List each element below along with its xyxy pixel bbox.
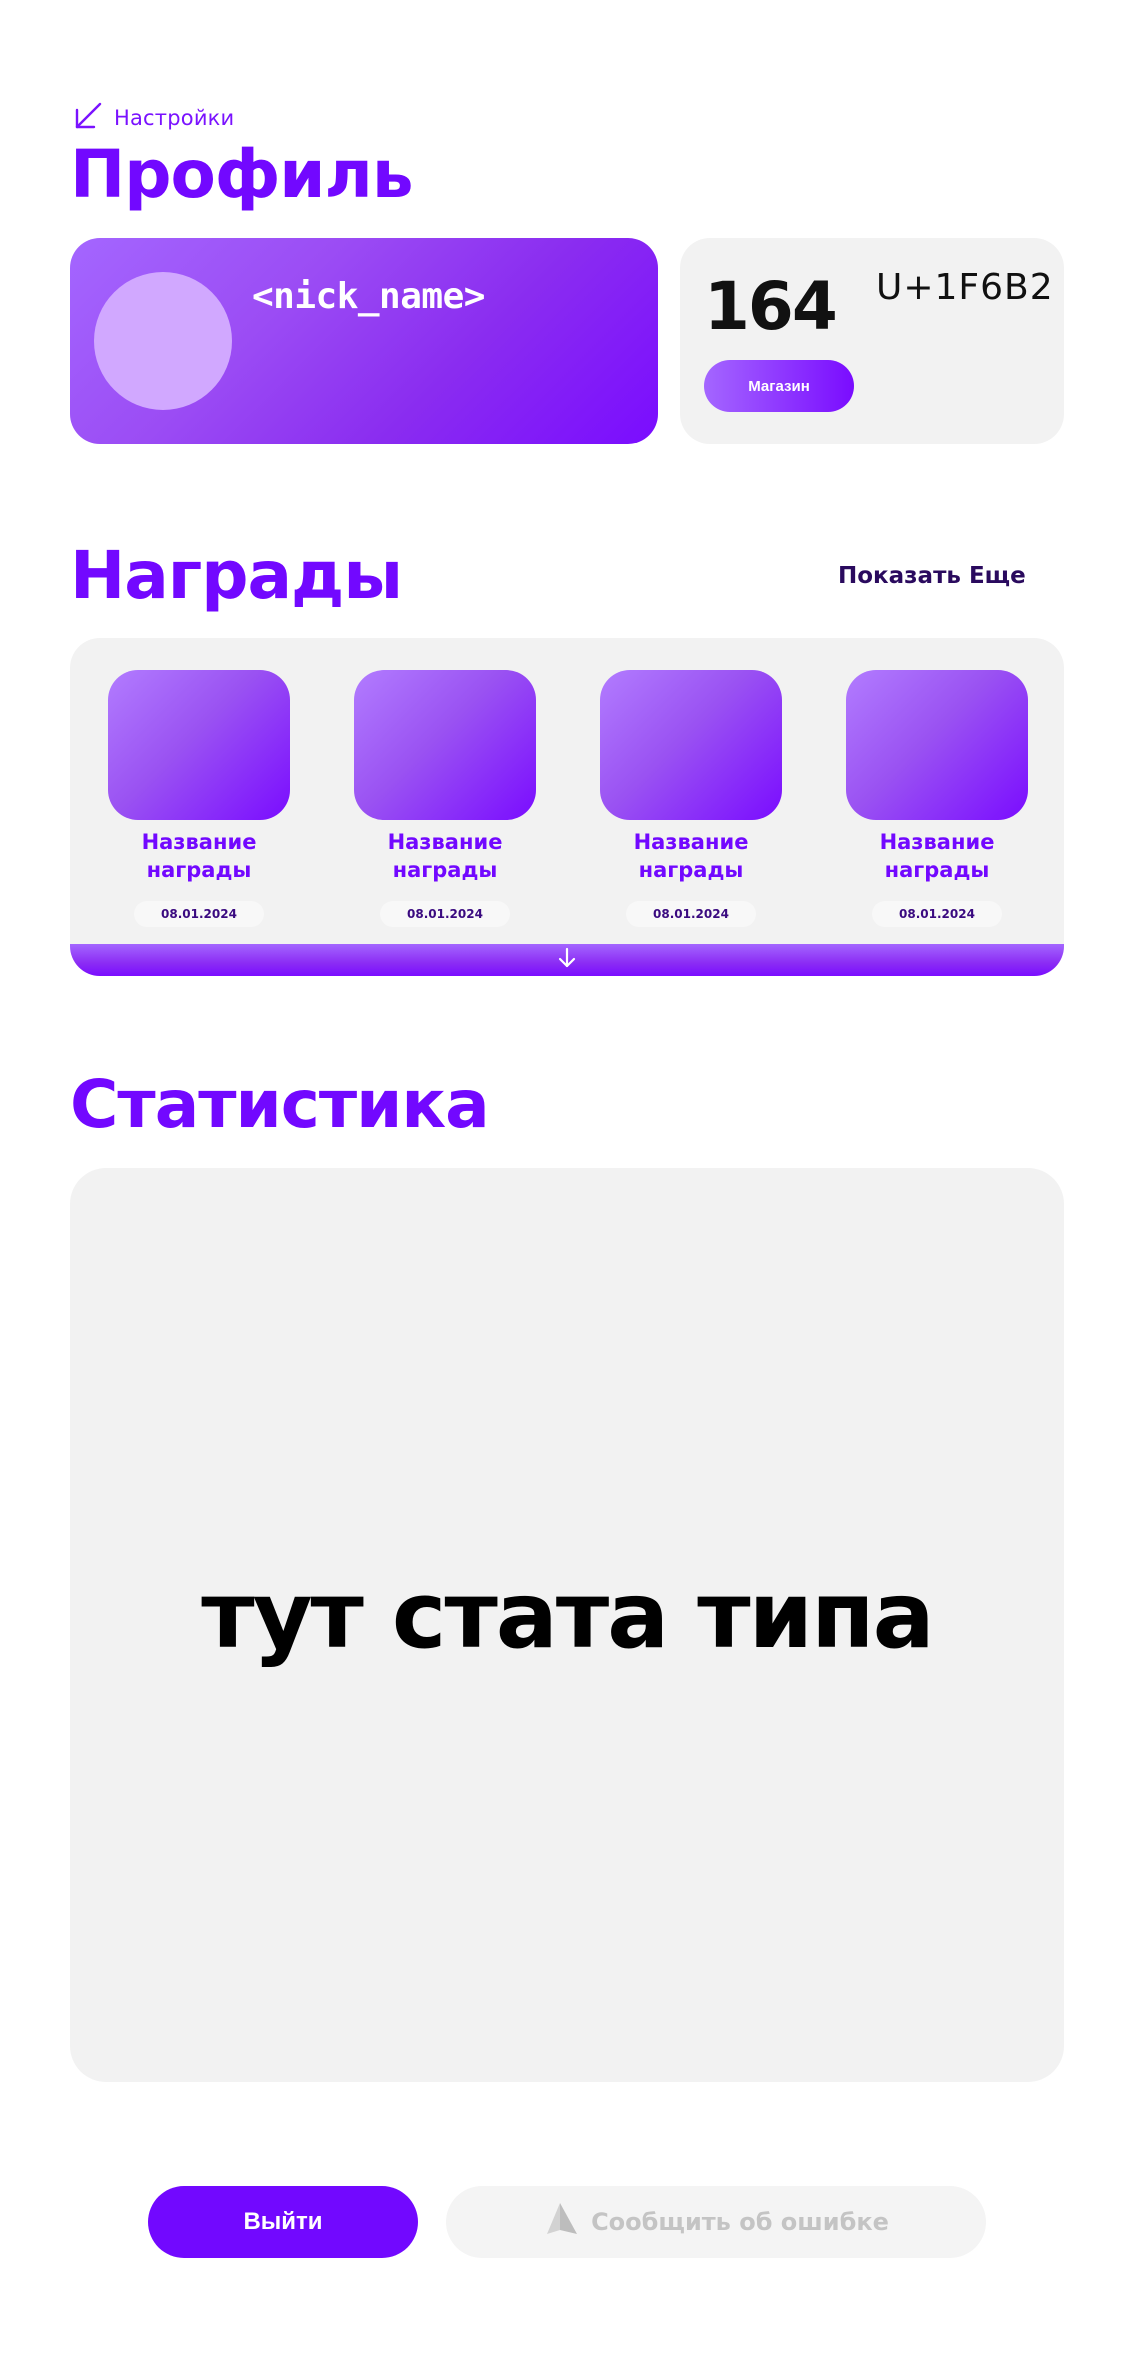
profile-card: <nick_name> (70, 238, 658, 444)
stats-panel: тут стата типа (70, 1168, 1064, 2082)
award-date: 08.01.2024 (872, 900, 1002, 927)
award-name: Название награды (879, 830, 995, 883)
awards-title: Награды (70, 537, 403, 614)
avatar[interactable] (94, 272, 232, 410)
award-image (108, 670, 290, 820)
currency-code: U+1F6B2 (876, 267, 1054, 308)
page-title: Профиль (70, 136, 414, 213)
award-card[interactable]: Название награды 08.01.2024 (600, 670, 782, 927)
shop-button[interactable]: Магазин (704, 360, 854, 412)
award-image (354, 670, 536, 820)
balance-value: 164 (704, 268, 838, 345)
award-image (846, 670, 1028, 820)
award-image (600, 670, 782, 820)
award-date: 08.01.2024 (626, 900, 756, 927)
arrow-down-icon (555, 946, 579, 974)
award-name: Название награды (141, 830, 257, 883)
award-name: Название награды (633, 830, 749, 883)
settings-back-label: Настройки (114, 106, 235, 130)
settings-back-link[interactable]: Настройки (72, 100, 234, 136)
nickname: <nick_name> (252, 276, 485, 317)
awards-panel: Название награды 08.01.2024 Название наг… (70, 638, 1064, 976)
balance-card: 164 U+1F6B2 Магазин (680, 238, 1064, 444)
award-date: 08.01.2024 (380, 900, 510, 927)
award-card[interactable]: Название награды 08.01.2024 (354, 670, 536, 927)
award-name: Название награды (387, 830, 503, 883)
sail-icon (543, 2200, 581, 2244)
awards-expand-bar[interactable] (70, 944, 1064, 976)
show-more-link[interactable]: Показать Еще (838, 563, 1026, 589)
report-bug-button[interactable]: Сообщить об ошибке (446, 2186, 986, 2258)
arrow-down-left-icon (72, 100, 104, 136)
award-card[interactable]: Название награды 08.01.2024 (108, 670, 290, 927)
award-date: 08.01.2024 (134, 900, 264, 927)
stats-title: Статистика (70, 1066, 490, 1143)
award-card[interactable]: Название награды 08.01.2024 (846, 670, 1028, 927)
stats-placeholder: тут стата типа (201, 1561, 934, 1669)
logout-button[interactable]: Выйти (148, 2186, 418, 2258)
report-bug-label: Сообщить об ошибке (591, 2208, 889, 2236)
